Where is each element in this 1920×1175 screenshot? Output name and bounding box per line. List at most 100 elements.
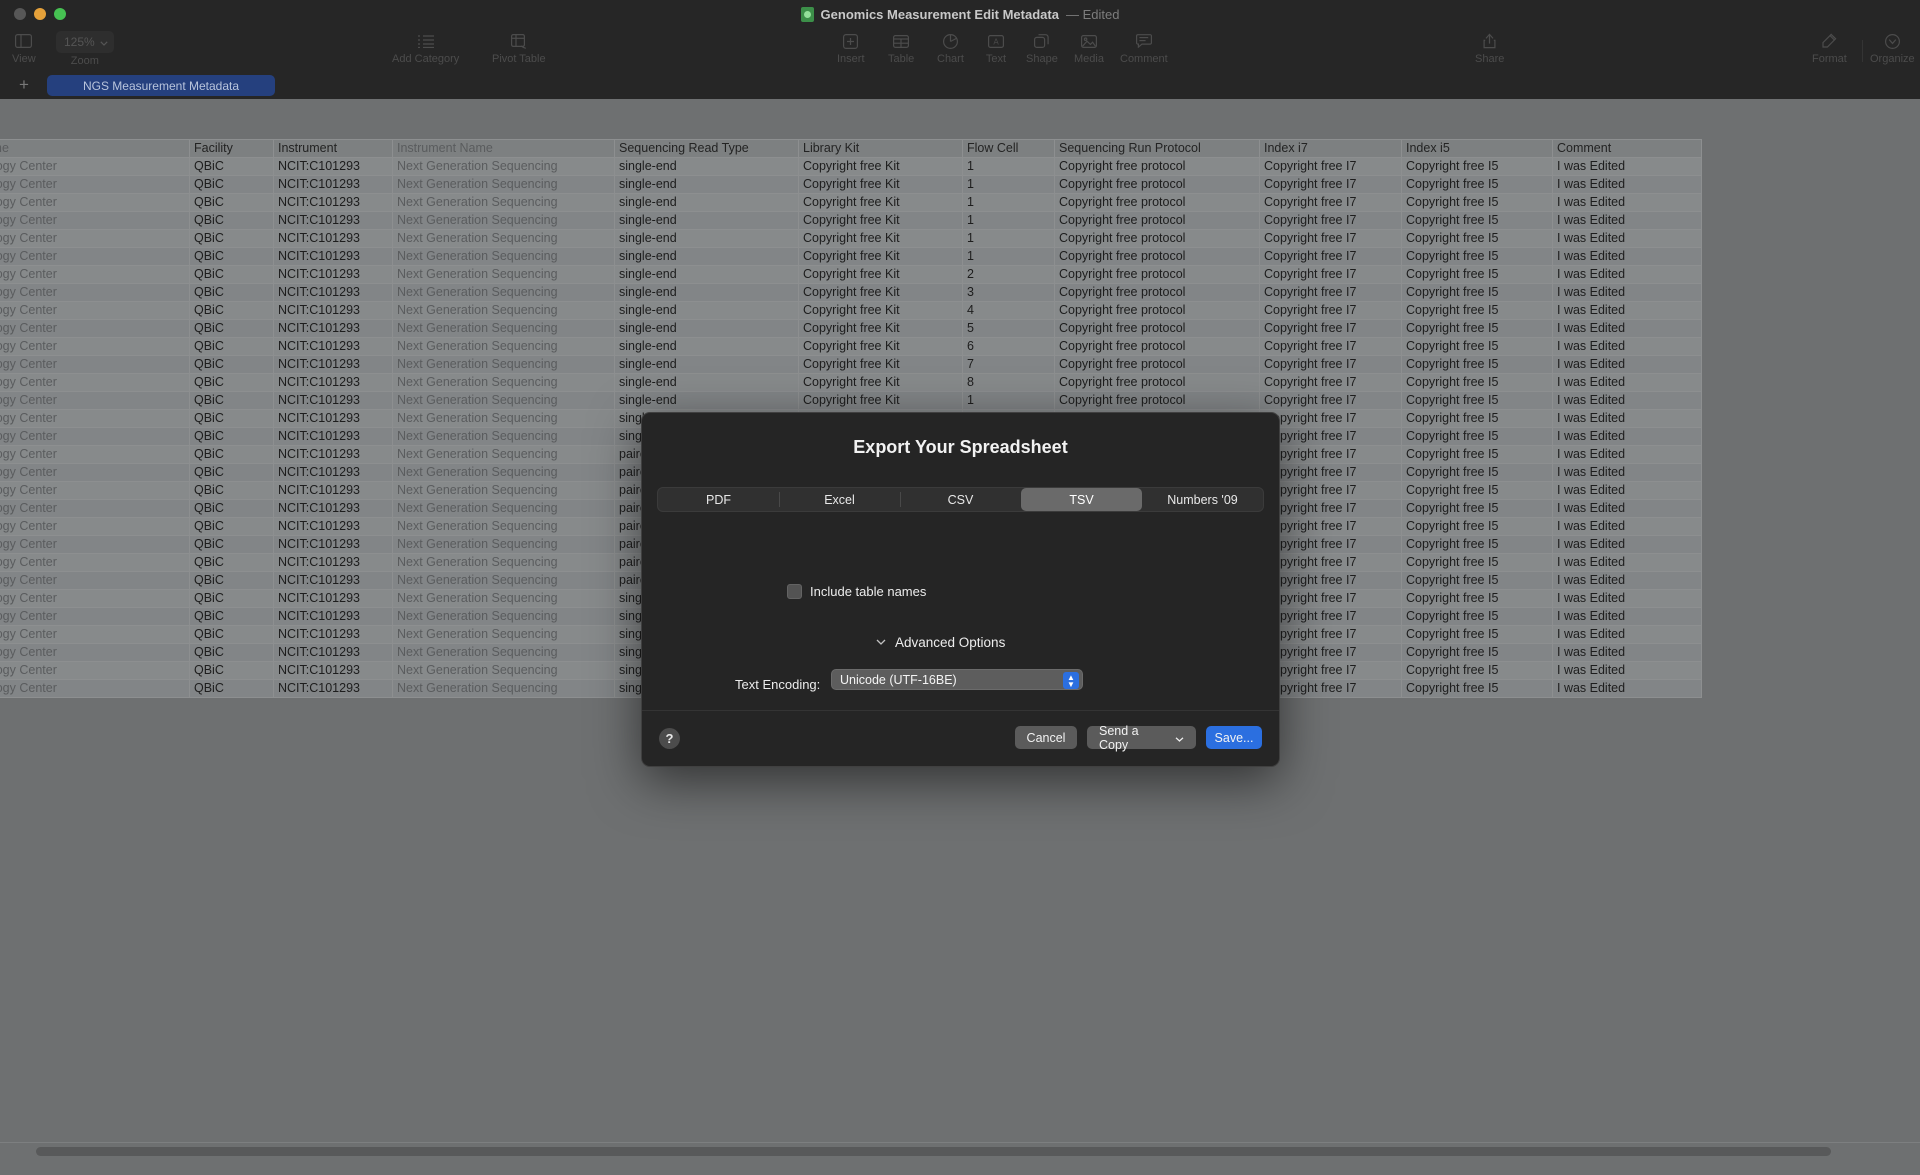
table-cell[interactable]: single-end [615,284,799,302]
export-format-tab-pdf[interactable]: PDF [658,488,779,511]
table-cell[interactable]: QBiC [190,590,274,608]
table-cell[interactable]: Copyright free I7 [1260,356,1402,374]
table-cell[interactable]: ative Biology Center [0,572,190,590]
table-cell[interactable]: 8 [963,374,1055,392]
table-cell[interactable]: NCIT:C101293 [274,428,393,446]
table-cell[interactable]: ative Biology Center [0,392,190,410]
table-cell[interactable]: I was Edited [1553,554,1702,572]
table-cell[interactable]: Next Generation Sequencing [393,680,615,698]
table-cell[interactable]: Next Generation Sequencing [393,266,615,284]
table-row[interactable]: ative Biology CenterQBiCNCIT:C101293Next… [0,158,1702,176]
table-cell[interactable]: Copyright free I5 [1402,554,1553,572]
table-cell[interactable]: QBiC [190,266,274,284]
toolbar-chart-button[interactable]: Chart [937,31,964,65]
table-cell[interactable]: Copyright free I5 [1402,590,1553,608]
table-row[interactable]: ative Biology CenterQBiCNCIT:C101293Next… [0,194,1702,212]
table-cell[interactable]: 5 [963,320,1055,338]
table-cell[interactable]: I was Edited [1553,266,1702,284]
table-cell[interactable]: NCIT:C101293 [274,158,393,176]
table-cell[interactable]: single-end [615,176,799,194]
table-cell[interactable]: Copyright free Kit [799,176,963,194]
text-encoding-select[interactable]: Unicode (UTF-16BE) ▲ ▼ [831,669,1083,690]
help-button[interactable]: ? [659,728,680,749]
table-cell[interactable]: Next Generation Sequencing [393,572,615,590]
table-cell[interactable]: Copyright free I5 [1402,608,1553,626]
table-cell[interactable]: NCIT:C101293 [274,302,393,320]
table-cell[interactable]: 6 [963,338,1055,356]
table-cell[interactable]: Copyright free Kit [799,248,963,266]
table-cell[interactable]: ative Biology Center [0,554,190,572]
export-format-tab-numbers-09[interactable]: Numbers '09 [1142,488,1263,511]
table-cell[interactable]: Copyright free I5 [1402,464,1553,482]
table-cell[interactable]: 1 [963,158,1055,176]
table-cell[interactable]: I was Edited [1553,194,1702,212]
table-cell[interactable]: QBiC [190,662,274,680]
table-cell[interactable]: Copyright free I5 [1402,500,1553,518]
table-cell[interactable]: 7 [963,356,1055,374]
table-cell[interactable]: ative Biology Center [0,500,190,518]
toolbar-add-category-button[interactable]: Add Category [392,31,459,65]
table-cell[interactable]: Copyright free I5 [1402,518,1553,536]
table-cell[interactable]: I was Edited [1553,680,1702,698]
table-cell[interactable]: ative Biology Center [0,518,190,536]
table-cell[interactable]: single-end [615,338,799,356]
table-cell[interactable]: ative Biology Center [0,410,190,428]
table-cell[interactable]: 4 [963,302,1055,320]
table-cell[interactable]: Next Generation Sequencing [393,500,615,518]
table-cell[interactable]: I was Edited [1553,500,1702,518]
table-cell[interactable]: Copyright free Kit [799,284,963,302]
send-a-copy-button[interactable]: Send a Copy [1087,726,1196,749]
table-cell[interactable]: QBiC [190,212,274,230]
table-cell[interactable]: Copyright free I5 [1402,248,1553,266]
table-cell[interactable]: 2 [963,266,1055,284]
table-cell[interactable]: Copyright free I5 [1402,194,1553,212]
table-cell[interactable]: Copyright free Kit [799,212,963,230]
table-cell[interactable]: Copyright free Kit [799,338,963,356]
table-cell[interactable]: NCIT:C101293 [274,464,393,482]
table-cell[interactable]: ative Biology Center [0,338,190,356]
table-cell[interactable]: QBiC [190,356,274,374]
table-cell[interactable]: NCIT:C101293 [274,176,393,194]
table-cell[interactable]: ative Biology Center [0,248,190,266]
table-cell[interactable]: I was Edited [1553,212,1702,230]
table-cell[interactable]: Next Generation Sequencing [393,212,615,230]
table-cell[interactable]: Copyright free Kit [799,302,963,320]
save-button[interactable]: Save... [1206,726,1262,749]
table-cell[interactable]: Next Generation Sequencing [393,428,615,446]
table-cell[interactable]: I was Edited [1553,608,1702,626]
table-cell[interactable]: NCIT:C101293 [274,536,393,554]
table-cell[interactable]: Copyright free I5 [1402,446,1553,464]
table-cell[interactable]: single-end [615,392,799,410]
table-cell[interactable]: QBiC [190,500,274,518]
table-cell[interactable]: Next Generation Sequencing [393,374,615,392]
table-column-header[interactable]: Instrument Name [393,140,615,158]
toolbar-table-button[interactable]: Table [888,31,914,65]
table-cell[interactable]: Copyright free protocol [1055,374,1260,392]
table-cell[interactable]: Copyright free protocol [1055,158,1260,176]
table-cell[interactable]: Next Generation Sequencing [393,590,615,608]
table-cell[interactable]: NCIT:C101293 [274,680,393,698]
table-cell[interactable]: I was Edited [1553,428,1702,446]
table-cell[interactable]: 1 [963,248,1055,266]
table-cell[interactable]: QBiC [190,446,274,464]
toolbar-shape-button[interactable]: Shape [1026,31,1058,65]
table-cell[interactable]: NCIT:C101293 [274,320,393,338]
table-cell[interactable]: QBiC [190,428,274,446]
table-cell[interactable]: NCIT:C101293 [274,644,393,662]
table-cell[interactable]: I was Edited [1553,320,1702,338]
table-column-header[interactable]: Instrument [274,140,393,158]
table-cell[interactable]: QBiC [190,320,274,338]
table-cell[interactable]: single-end [615,212,799,230]
table-cell[interactable]: NCIT:C101293 [274,392,393,410]
table-cell[interactable]: Next Generation Sequencing [393,464,615,482]
table-cell[interactable]: Copyright free protocol [1055,266,1260,284]
table-cell[interactable]: I was Edited [1553,338,1702,356]
table-cell[interactable]: Next Generation Sequencing [393,536,615,554]
toolbar-view-button[interactable]: View [12,31,36,65]
table-column-header[interactable]: Flow Cell [963,140,1055,158]
table-cell[interactable]: Copyright free I7 [1260,212,1402,230]
toolbar-organize-button[interactable]: Organize [1870,31,1915,65]
table-cell[interactable]: Copyright free I5 [1402,626,1553,644]
table-cell[interactable]: Copyright free I5 [1402,392,1553,410]
table-cell[interactable]: QBiC [190,284,274,302]
